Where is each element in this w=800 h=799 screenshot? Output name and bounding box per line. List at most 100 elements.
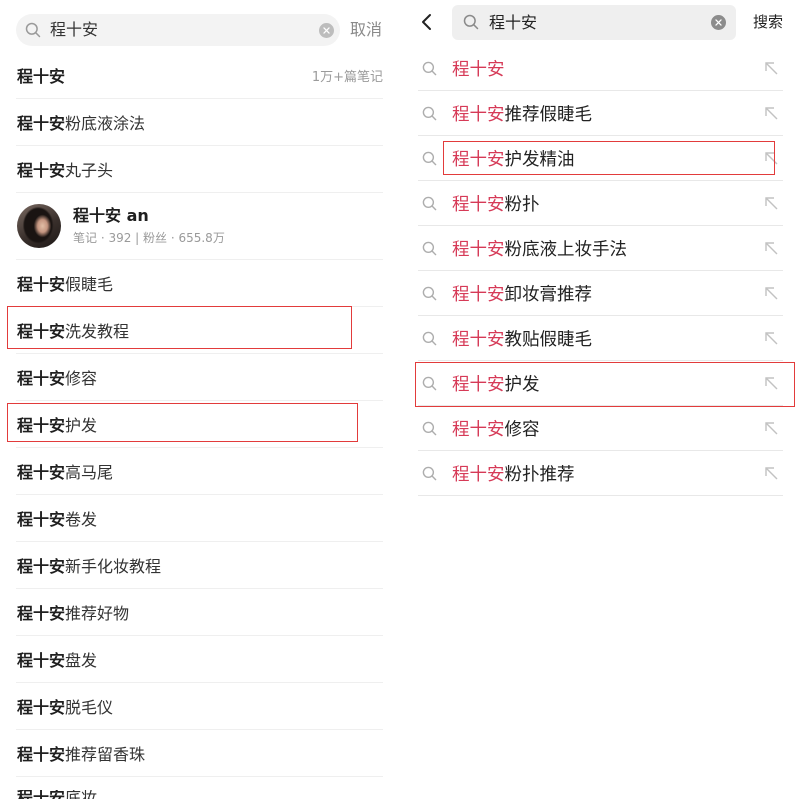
arrow-up-left-icon[interactable] xyxy=(764,466,778,480)
suggestion-label: 程十安教贴假睫毛 xyxy=(452,326,592,351)
suggestion-keyword: 程十安 xyxy=(17,698,66,717)
suggestion-text: 假睫毛 xyxy=(65,275,114,294)
suggestion-item[interactable]: 程十安 粉底液涂法 xyxy=(16,99,383,146)
suggestion-text: 教贴假睫毛 xyxy=(504,329,593,350)
suggestion-label-clipped: 程十安底妆 xyxy=(17,790,97,799)
suggestion-item[interactable]: 程十安 盘发 xyxy=(16,636,383,683)
suggestion-keyword: 程十安 xyxy=(17,604,66,623)
user-info: 程十安 an 笔记 · 392 | 粉丝 · 655.8万 xyxy=(73,206,225,246)
arrow-up-left-icon[interactable] xyxy=(764,331,778,345)
search-input[interactable]: 程十安 xyxy=(50,14,98,46)
search-icon xyxy=(25,22,41,38)
annotation-box xyxy=(415,362,795,407)
annotation-box xyxy=(443,141,775,175)
suggestion-text: 底妆 xyxy=(65,790,97,799)
arrow-up-left-icon[interactable] xyxy=(764,196,778,210)
suggestion-keyword: 程十安 xyxy=(17,275,66,294)
suggestion-item[interactable]: 程十安 推荐好物 xyxy=(16,589,383,636)
suggestion-keyword: 程十安 xyxy=(17,510,66,529)
suggestion-item[interactable]: 程十安 新手化妆教程 xyxy=(16,542,383,589)
search-icon xyxy=(422,331,437,346)
suggestion-item[interactable]: 程十安 脱毛仪 xyxy=(16,683,383,730)
arrow-up-left-icon[interactable] xyxy=(764,61,778,75)
arrow-up-left-icon[interactable] xyxy=(764,241,778,255)
suggestion-label: 程十安推荐假睫毛 xyxy=(452,101,592,126)
suggestion-item[interactable]: 程十安 xyxy=(418,46,783,91)
suggestion-keyword: 程十安 xyxy=(17,161,66,180)
suggestion-text: 高马尾 xyxy=(65,463,114,482)
user-name: 程十安 an xyxy=(73,206,149,225)
suggestion-text: 修容 xyxy=(504,419,540,440)
suggestion-keyword: 程十安 xyxy=(452,104,505,125)
suggestion-keyword: 程十安 xyxy=(17,557,66,576)
suggestion-text: 推荐留香珠 xyxy=(65,745,146,764)
suggestion-item[interactable]: 程十安 假睫毛 xyxy=(16,260,383,307)
search-icon xyxy=(422,106,437,121)
suggestion-label: 程十安修容 xyxy=(452,416,540,441)
suggestion-keyword: 程十安 xyxy=(452,329,505,350)
clear-icon[interactable] xyxy=(318,22,334,38)
suggestion-keyword: 程十安 xyxy=(452,284,505,305)
suggestion-label: 程十安粉底液上妆手法 xyxy=(452,236,627,261)
suggestion-item[interactable]: 程十安卸妆膏推荐 xyxy=(418,271,783,316)
search-icon xyxy=(422,466,437,481)
search-icon xyxy=(422,61,437,76)
search-bar[interactable]: 程十安 xyxy=(16,14,340,46)
suggestion-text: 推荐假睫毛 xyxy=(504,104,593,125)
suggestion-text: 修容 xyxy=(65,369,98,388)
search-input[interactable]: 程十安 xyxy=(489,5,537,40)
suggestion-item[interactable]: 程十安推荐假睫毛 xyxy=(418,91,783,136)
suggestion-item[interactable]: 程十安粉扑推荐 xyxy=(418,451,783,496)
user-result[interactable]: 程十安 an 笔记 · 392 | 粉丝 · 655.8万 xyxy=(16,193,383,260)
suggestion-item[interactable]: 程十安 1万+篇笔记 xyxy=(16,52,383,99)
suggestion-label: 程十安粉扑推荐 xyxy=(452,461,575,486)
suggestion-text: 脱毛仪 xyxy=(65,698,114,717)
suggestion-text: 丸子头 xyxy=(65,161,114,180)
avatar xyxy=(17,204,61,248)
suggestion-keyword: 程十安 xyxy=(17,651,66,670)
suggestion-text: 盘发 xyxy=(65,651,98,670)
suggestion-item[interactable]: 程十安粉底液上妆手法 xyxy=(418,226,783,271)
suggestion-item[interactable]: 程十安 卷发 xyxy=(16,495,383,542)
suggestion-keyword: 程十安 xyxy=(17,790,65,799)
suggestion-keyword: 程十安 xyxy=(17,463,66,482)
annotation-box xyxy=(7,403,358,442)
note-count: 1万+篇笔记 xyxy=(311,69,383,85)
suggestion-item[interactable]: 程十安修容 xyxy=(16,354,383,401)
suggestion-item[interactable]: 程十安 推荐留香珠 xyxy=(16,730,383,777)
suggestion-item[interactable]: 程十安粉扑 xyxy=(418,181,783,226)
suggestion-item[interactable]: 程十安 丸子头 xyxy=(16,146,383,193)
suggestion-list: 程十安 程十安推荐假睫毛 程十安护发精油 程十安粉扑 程十安粉底液上妆手法 程十… xyxy=(418,46,783,496)
suggestion-text: 粉底液上妆手法 xyxy=(504,239,628,260)
search-icon xyxy=(422,151,437,166)
search-icon xyxy=(422,286,437,301)
suggestion-item[interactable]: 程十安修容 xyxy=(418,406,783,451)
suggestion-keyword: 程十安 xyxy=(452,239,505,260)
suggestion-label: 程十安粉扑 xyxy=(452,191,540,216)
suggestion-keyword: 程十安 xyxy=(17,369,66,388)
arrow-up-left-icon[interactable] xyxy=(764,106,778,120)
suggestion-item[interactable]: 程十安底妆 xyxy=(16,777,383,799)
search-icon xyxy=(422,421,437,436)
suggestion-text: 粉底液涂法 xyxy=(65,114,146,133)
search-icon xyxy=(422,241,437,256)
suggestion-keyword: 程十安 xyxy=(452,59,505,80)
suggestion-item[interactable]: 程十安 高马尾 xyxy=(16,448,383,495)
suggestion-keyword: 程十安 xyxy=(452,464,505,485)
suggestion-keyword: 程十安 xyxy=(452,419,505,440)
suggestion-item[interactable]: 程十安教贴假睫毛 xyxy=(418,316,783,361)
search-button[interactable]: 搜索 xyxy=(753,5,783,40)
suggestion-keyword: 程十安 xyxy=(17,114,66,133)
search-bar[interactable]: 程十安 xyxy=(452,5,736,40)
clear-icon[interactable] xyxy=(710,14,726,30)
suggestion-text: 卸妆膏推荐 xyxy=(504,284,593,305)
chevron-left-icon[interactable] xyxy=(420,13,434,31)
user-stats: 笔记 · 392 | 粉丝 · 655.8万 xyxy=(73,231,225,245)
cancel-button[interactable]: 取消 xyxy=(350,14,382,46)
suggestion-keyword: 程十安 xyxy=(17,745,66,764)
suggestion-text: 推荐好物 xyxy=(65,604,130,623)
suggestion-text: 卷发 xyxy=(65,510,98,529)
arrow-up-left-icon[interactable] xyxy=(764,286,778,300)
arrow-up-left-icon[interactable] xyxy=(764,421,778,435)
suggestion-text: 新手化妆教程 xyxy=(65,557,162,576)
